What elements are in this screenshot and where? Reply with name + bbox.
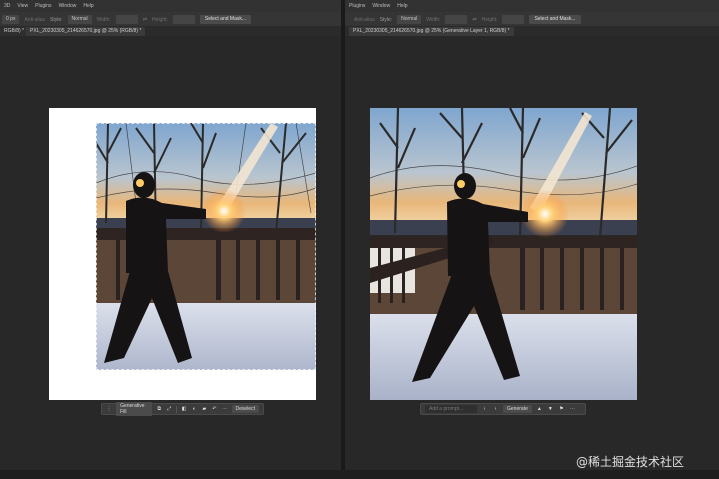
menu-view[interactable]: View [17, 3, 28, 9]
width-input[interactable] [445, 15, 468, 24]
more-icon[interactable]: ⋯ [221, 406, 227, 413]
thumbs-down-icon[interactable]: ▼ [547, 406, 554, 413]
menu-window[interactable]: Window [372, 3, 390, 9]
deselect-button[interactable]: Deselect [231, 405, 259, 413]
swap-icon[interactable]: ⇄ [472, 17, 476, 23]
contextual-task-bar: ⋮ Generative Fill ⧉ ⤢ ◧ ◐ ▰ ↶ ⋯ Deselect [101, 402, 264, 416]
chevron-right-icon[interactable]: › [492, 406, 499, 413]
mask-icon[interactable]: ◧ [181, 406, 187, 413]
drag-handle-icon[interactable]: ⋮ [106, 406, 112, 413]
more-icon[interactable]: ⋯ [569, 406, 576, 413]
separator [176, 405, 178, 413]
window-divider [341, 0, 345, 479]
width-label: Width: [96, 16, 111, 23]
width-input[interactable] [115, 15, 138, 24]
fill-icon[interactable]: ▰ [201, 406, 207, 413]
menu-bar: 3D View Plugins Window Help Plugins Wind… [0, 0, 719, 12]
height-label: Height: [481, 16, 498, 23]
generate-button[interactable]: Generate [503, 405, 532, 413]
tab-document-left[interactable]: PXL_20230305_214626570.jpg @ 25% (RGB/8)… [26, 27, 146, 36]
prompt-input[interactable]: Add a prompt... [425, 405, 477, 413]
style-select[interactable]: Normal [397, 15, 422, 24]
width-label: Width: [426, 16, 441, 23]
height-input[interactable] [172, 15, 195, 24]
height-label: Height: [152, 16, 168, 23]
style-label: Style: [50, 16, 63, 23]
feather-input[interactable]: 0 px [2, 15, 20, 24]
select-and-mask-button[interactable]: Select and Mask... [529, 15, 581, 24]
photoshop-window: 3D View Plugins Window Help Plugins Wind… [0, 0, 719, 479]
generated-photo[interactable] [370, 108, 637, 400]
menu-help[interactable]: Help [397, 3, 407, 9]
anti-alias-checkbox[interactable]: Anti-alias [354, 17, 375, 23]
status-bar [0, 470, 719, 479]
menu-plugins[interactable]: Plugins [349, 3, 365, 9]
select-and-mask-button[interactable]: Select and Mask... [199, 15, 252, 24]
transform-icon[interactable]: ⧉ [156, 406, 162, 413]
menu-help[interactable]: Help [83, 3, 93, 9]
chevron-left-icon[interactable]: ‹ [481, 406, 488, 413]
flag-icon[interactable]: ⚑ [558, 406, 565, 413]
menu-plugins[interactable]: Plugins [35, 3, 51, 9]
thumbs-up-icon[interactable]: ▲ [536, 406, 543, 413]
original-photo[interactable] [96, 123, 316, 370]
tab-document-right[interactable]: PXL_20230305_214626570.jpg @ 25% (Genera… [349, 27, 514, 36]
cancel-icon[interactable]: ↶ [211, 406, 217, 413]
options-bar: 0 px Anti-alias Style: Normal Width: ⇄ H… [0, 12, 719, 27]
menu-3d[interactable]: 3D [4, 3, 10, 9]
anti-alias-checkbox[interactable]: Anti-alias [24, 17, 45, 23]
swap-icon[interactable]: ⇄ [143, 17, 147, 23]
menu-window[interactable]: Window [59, 3, 77, 9]
document-tab-bar: RGB/8) * PXL_20230305_214626570.jpg @ 25… [0, 27, 719, 36]
tab-previous-document[interactable]: RGB/8) * [0, 27, 29, 36]
generate-task-bar: Add a prompt... ‹ › Generate ▲ ▼ ⚑ ⋯ [420, 403, 586, 415]
style-select[interactable]: Normal [67, 15, 92, 24]
adjustment-icon[interactable]: ◐ [191, 406, 197, 413]
generative-fill-button[interactable]: Generative Fill [116, 402, 153, 416]
expand-icon[interactable]: ⤢ [166, 406, 172, 413]
watermark: @稀土掘金技术社区 [576, 455, 685, 469]
style-label: Style: [379, 16, 393, 23]
height-input[interactable] [502, 15, 525, 24]
